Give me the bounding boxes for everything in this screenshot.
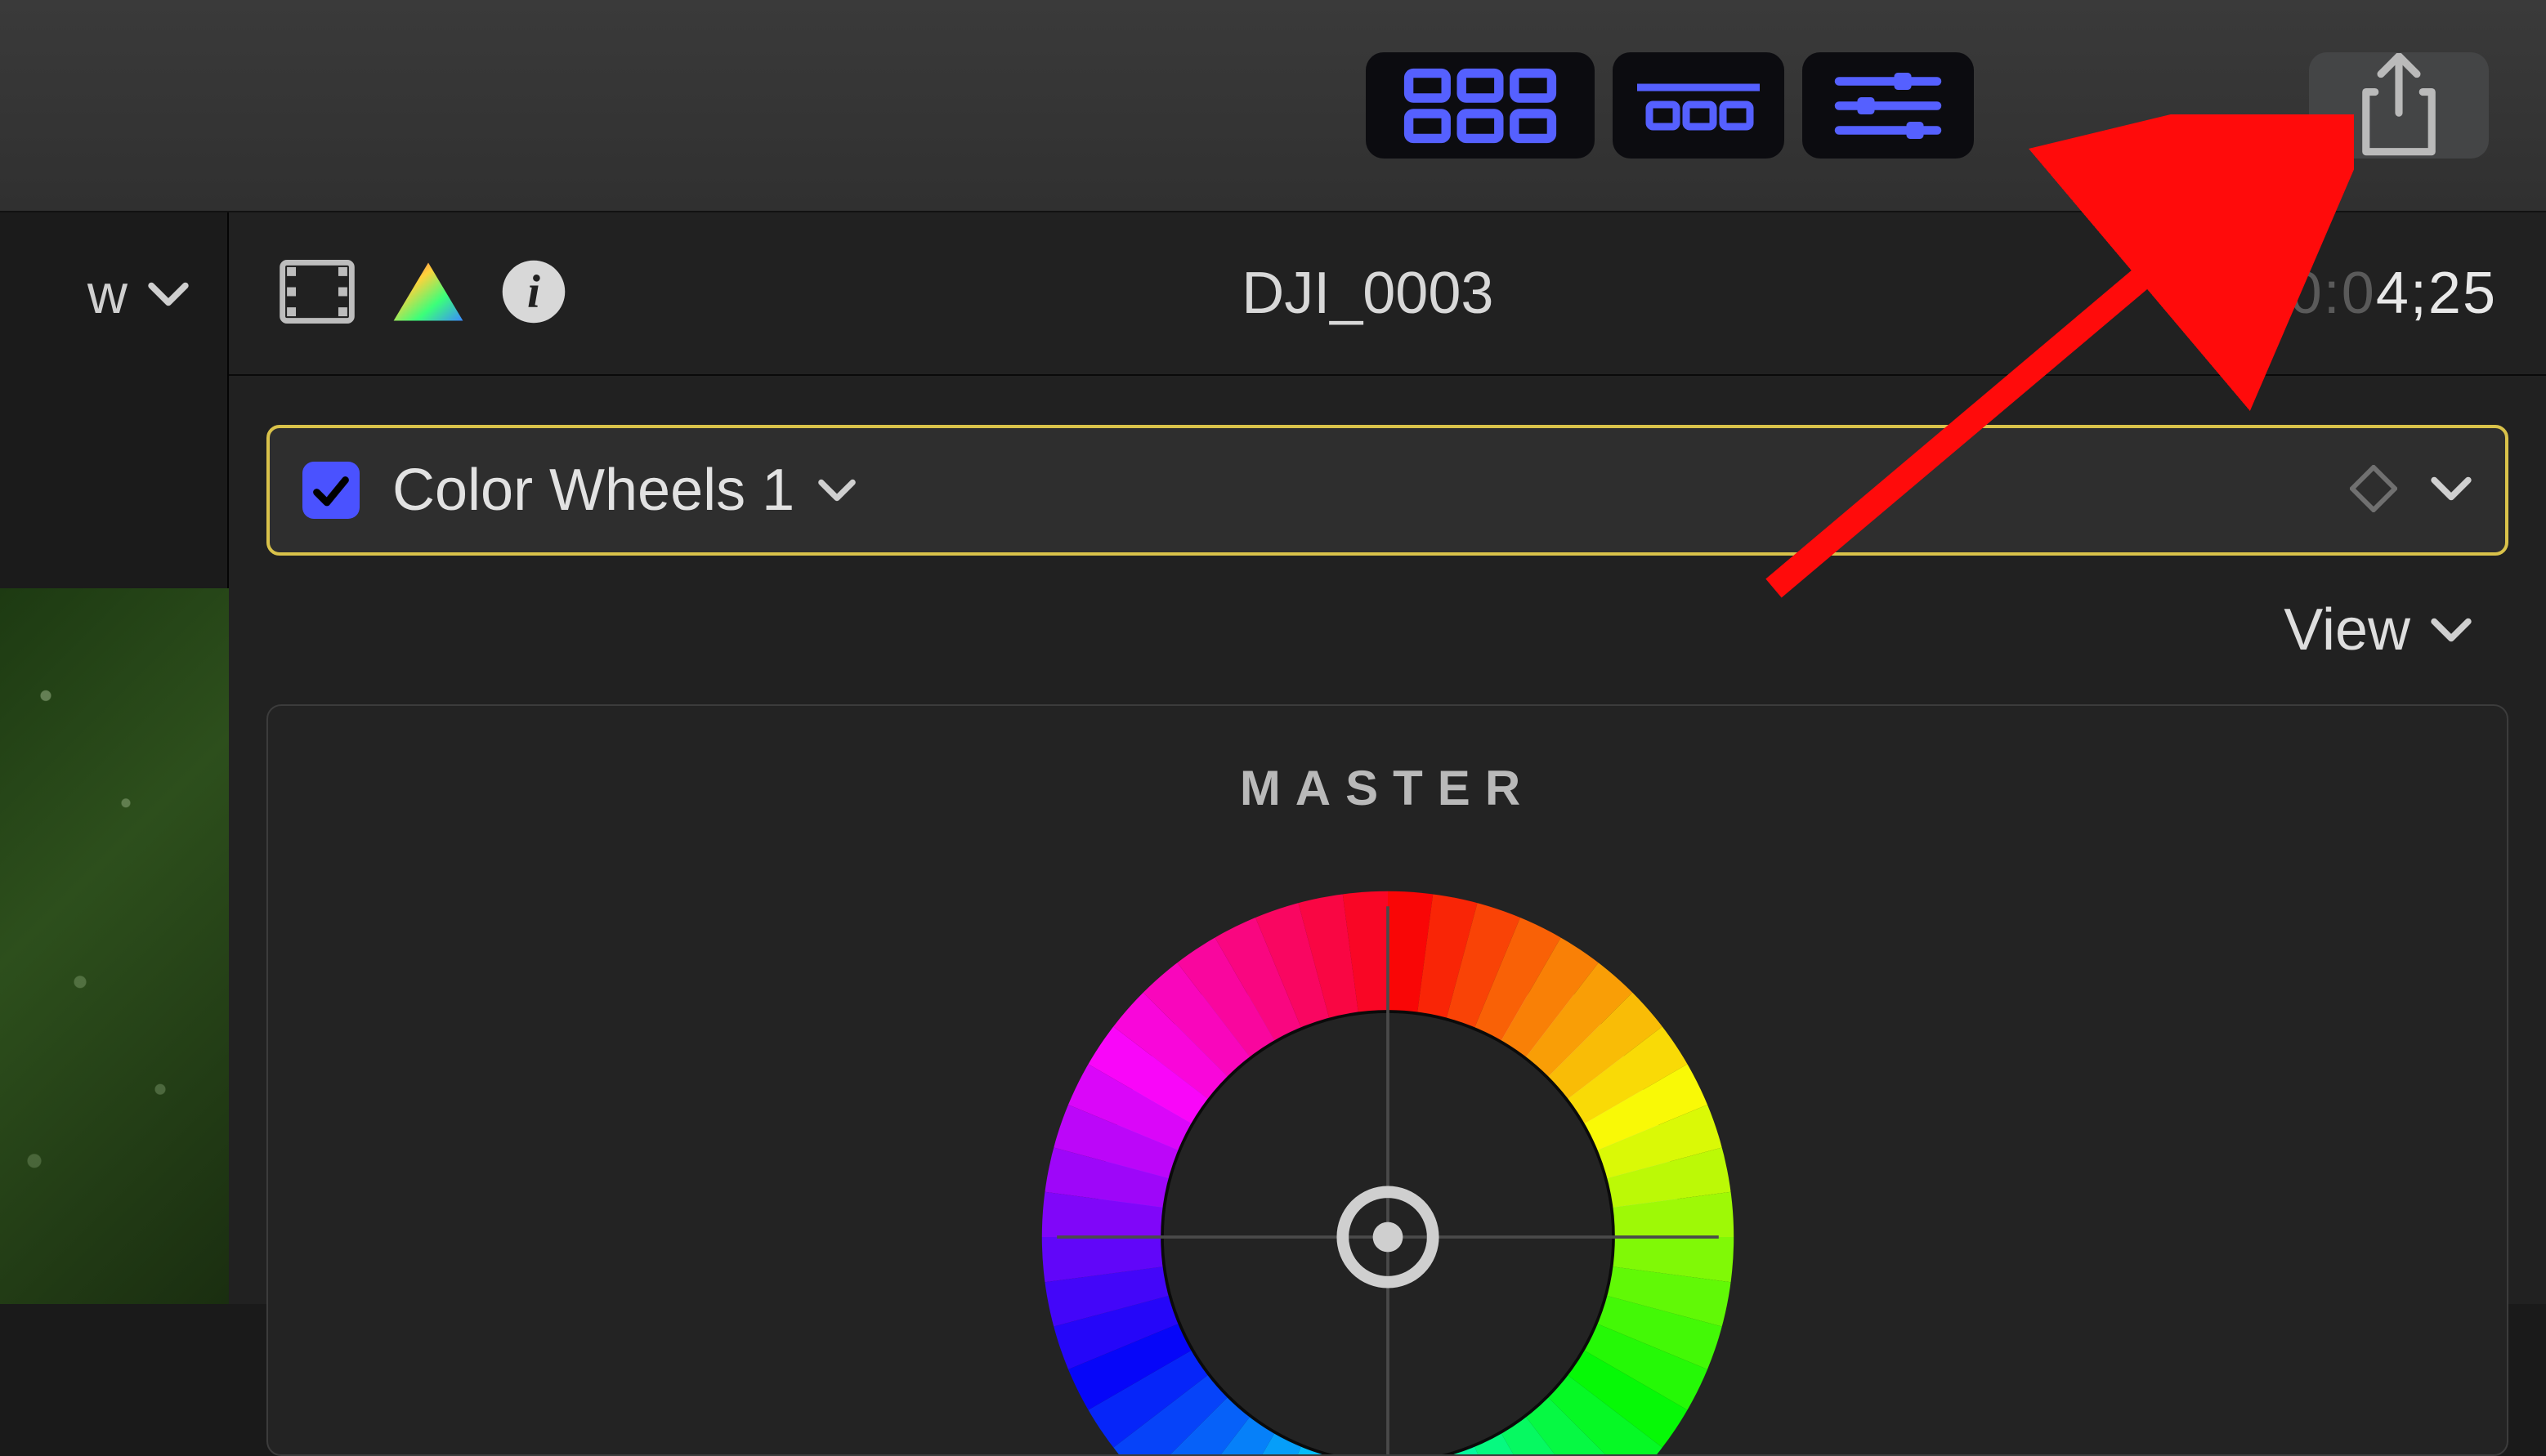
- filmstrip-icon: [1637, 75, 1760, 136]
- chevron-down-icon: [2430, 617, 2472, 643]
- app-toolbar: [0, 0, 2546, 212]
- master-color-wheel[interactable]: [1012, 861, 1764, 1456]
- check-icon: [311, 470, 351, 511]
- timecode-value: 4;25: [2376, 261, 2497, 326]
- correction-name-label: Color Wheels 1: [392, 457, 794, 524]
- tab-color[interactable]: [389, 258, 468, 329]
- inspector-header: i DJI_0003 00:00:04;25: [229, 212, 2546, 376]
- timecode-leading: 00:00:0: [2168, 261, 2376, 326]
- color-wheel-panel: MASTER: [266, 704, 2508, 1456]
- browser-grid-button[interactable]: [1366, 52, 1595, 159]
- wheel-title: MASTER: [268, 706, 2507, 816]
- viewer-panel-edge: w: [0, 212, 229, 1304]
- info-icon: i: [500, 258, 567, 325]
- add-keyframe-button[interactable]: [2350, 465, 2397, 516]
- tab-info[interactable]: i: [500, 258, 567, 329]
- color-correction-row[interactable]: Color Wheels 1: [266, 425, 2508, 556]
- correction-disclosure[interactable]: [2430, 476, 2472, 506]
- grid-icon: [1403, 67, 1558, 145]
- share-button[interactable]: [2309, 52, 2489, 159]
- color-triangle-icon: [389, 258, 468, 325]
- film-icon: [278, 258, 356, 325]
- timeline-index-button[interactable]: [1613, 52, 1784, 159]
- viewer-popup-fragment[interactable]: w: [0, 212, 227, 376]
- clip-name: DJI_0003: [1242, 260, 1493, 327]
- chevron-down-icon: [817, 478, 857, 502]
- viewer-popup-label-fragment: w: [87, 262, 128, 326]
- view-label: View: [2284, 596, 2410, 663]
- svg-text:i: i: [527, 266, 540, 318]
- share-icon: [2354, 53, 2444, 158]
- sliders-icon: [1827, 63, 1949, 149]
- inspector-panel: i DJI_0003 00:00:04;25 Color Wheels 1: [229, 212, 2546, 1304]
- inspector-toggle-button[interactable]: [1802, 52, 1974, 159]
- tab-video[interactable]: [278, 258, 356, 329]
- clip-timecode: 00:00:04;25: [2168, 260, 2497, 327]
- toolbar-view-group: [1366, 52, 1974, 159]
- wheel-view-popup[interactable]: View: [229, 556, 2546, 688]
- chevron-down-icon: [147, 281, 190, 307]
- keyframe-diamond-icon: [2350, 465, 2397, 512]
- viewer-preview-image: [0, 588, 229, 1304]
- correction-name-dropdown[interactable]: Color Wheels 1: [392, 457, 857, 524]
- correction-enable-checkbox[interactable]: [302, 462, 360, 519]
- chevron-down-icon: [2430, 476, 2472, 502]
